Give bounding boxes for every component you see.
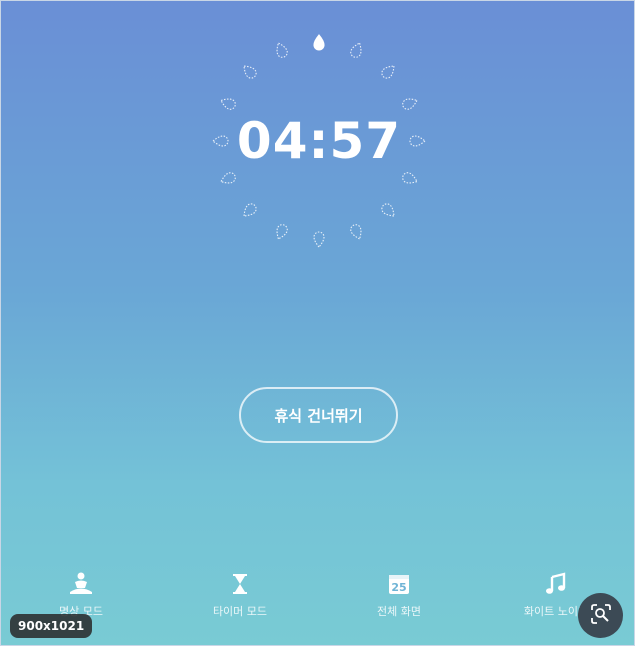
timer-drop bbox=[243, 203, 257, 217]
skip-break-button[interactable]: 휴식 건너뛰기 bbox=[239, 387, 398, 443]
nav-label: 전체 화면 bbox=[377, 605, 421, 618]
timer-drop bbox=[276, 224, 288, 240]
nav-fullscreen[interactable]: 25 전체 화면 bbox=[344, 567, 454, 623]
timer-drop bbox=[381, 203, 395, 217]
timer-dial: 04:57 bbox=[209, 31, 429, 251]
timer-drop bbox=[402, 172, 418, 184]
nav-timer-mode[interactable]: 타이머 모드 bbox=[185, 567, 295, 623]
visual-search-button[interactable] bbox=[578, 593, 623, 638]
timer-drop bbox=[350, 42, 362, 58]
timer-drop bbox=[243, 65, 257, 79]
calendar-icon: 25 bbox=[344, 571, 454, 601]
nav-label: 타이머 모드 bbox=[212, 605, 268, 618]
timer-drop bbox=[276, 42, 288, 58]
timer-drop-active bbox=[313, 34, 325, 51]
timer-drop bbox=[350, 224, 362, 240]
timer-drop bbox=[313, 231, 325, 248]
visual-search-icon bbox=[589, 602, 613, 630]
timer-remaining: 04:57 bbox=[236, 112, 402, 170]
bottom-nav: 명상 모드 타이머 모드 25 전체 화면 화이트 노이즈 bbox=[1, 567, 634, 627]
pomodoro-screen: 04:57 휴식 건너뛰기 명상 모드 타이머 모드 25 전체 화면 화이트 … bbox=[0, 0, 635, 646]
timer-drop bbox=[381, 65, 395, 79]
timer-drop bbox=[220, 172, 236, 184]
meditation-icon bbox=[26, 571, 136, 601]
hourglass-icon bbox=[185, 571, 295, 601]
calendar-icon-text: 25 bbox=[391, 581, 406, 594]
image-size-badge: 900x1021 bbox=[10, 614, 93, 638]
